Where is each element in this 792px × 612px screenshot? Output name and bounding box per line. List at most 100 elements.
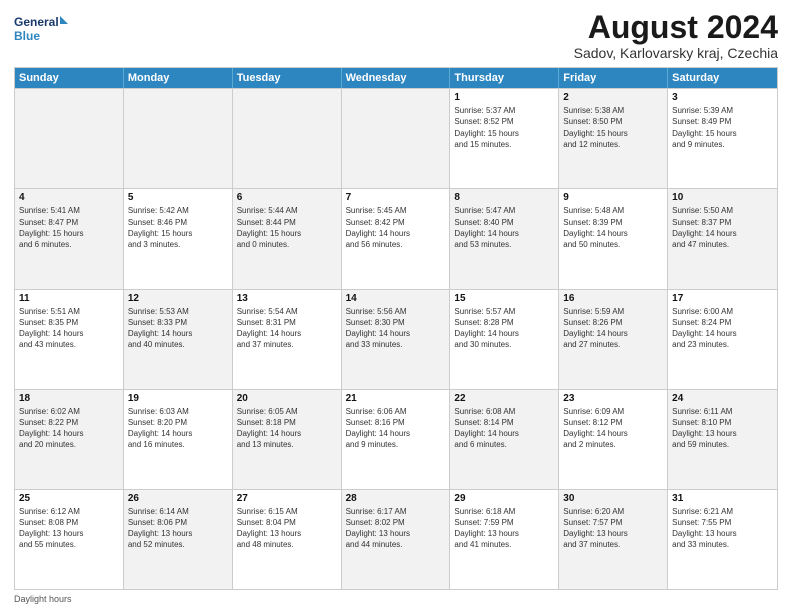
calendar-day-8: 8 Sunrise: 5:47 AM Sunset: 8:40 PM Daylig… bbox=[450, 189, 559, 288]
calendar-day-31: 31 Sunrise: 6:21 AM Sunset: 7:55 PM Dayli… bbox=[668, 490, 777, 589]
calendar-header: SundayMondayTuesdayWednesdayThursdayFrid… bbox=[15, 68, 777, 88]
calendar-row-2: 4 Sunrise: 5:41 AM Sunset: 8:47 PM Daylig… bbox=[15, 188, 777, 288]
day-info: Sunrise: 5:41 AM Sunset: 8:47 PM Dayligh… bbox=[19, 205, 119, 250]
calendar-day-23: 23Sunrise: 6:09 AM Sunset: 8:12 PM Dayli… bbox=[559, 390, 668, 489]
calendar-day-21: 21Sunrise: 6:06 AM Sunset: 8:16 PM Dayli… bbox=[342, 390, 451, 489]
weekday-header-thursday: Thursday bbox=[450, 68, 559, 88]
page-header: General Blue August 2024 Sadov, Karlovar… bbox=[14, 10, 778, 61]
day-number: 1 bbox=[454, 92, 554, 103]
weekday-header-sunday: Sunday bbox=[15, 68, 124, 88]
day-info: Sunrise: 6:00 AM Sunset: 8:24 PM Dayligh… bbox=[672, 306, 773, 351]
calendar: SundayMondayTuesdayWednesdayThursdayFrid… bbox=[14, 67, 778, 590]
calendar-empty-cell bbox=[233, 89, 342, 188]
calendar-empty-cell bbox=[124, 89, 233, 188]
day-number: 16 bbox=[563, 293, 663, 304]
day-number: 26 bbox=[128, 493, 228, 504]
calendar-day-25: 25 Sunrise: 6:12 AM Sunset: 8:08 PM Dayli… bbox=[15, 490, 124, 589]
day-info: Sunrise: 5:48 AM Sunset: 8:39 PM Dayligh… bbox=[563, 205, 663, 250]
title-block: August 2024 Sadov, Karlovarsky kraj, Cze… bbox=[574, 10, 778, 61]
calendar-day-24: 24Sunrise: 6:11 AM Sunset: 8:10 PM Dayli… bbox=[668, 390, 777, 489]
page-title: August 2024 bbox=[574, 10, 778, 45]
calendar-day-5: 5 Sunrise: 5:42 AM Sunset: 8:46 PM Daylig… bbox=[124, 189, 233, 288]
calendar-day-10: 10Sunrise: 5:50 AM Sunset: 8:37 PM Dayli… bbox=[668, 189, 777, 288]
day-info: Sunrise: 5:37 AM Sunset: 8:52 PM Dayligh… bbox=[454, 105, 554, 150]
day-info: Sunrise: 6:20 AM Sunset: 7:57 PM Dayligh… bbox=[563, 506, 663, 551]
day-number: 10 bbox=[672, 192, 773, 203]
day-number: 18 bbox=[19, 393, 119, 404]
calendar-day-15: 15Sunrise: 5:57 AM Sunset: 8:28 PM Dayli… bbox=[450, 290, 559, 389]
day-number: 22 bbox=[454, 393, 554, 404]
calendar-row-4: 18 Sunrise: 6:02 AM Sunset: 8:22 PM Dayli… bbox=[15, 389, 777, 489]
calendar-day-6: 6Sunrise: 5:44 AM Sunset: 8:44 PM Daylig… bbox=[233, 189, 342, 288]
calendar-day-1: 1 Sunrise: 5:37 AM Sunset: 8:52 PM Daylig… bbox=[450, 89, 559, 188]
day-number: 2 bbox=[563, 92, 663, 103]
day-info: Sunrise: 6:02 AM Sunset: 8:22 PM Dayligh… bbox=[19, 406, 119, 451]
day-number: 7 bbox=[346, 192, 446, 203]
day-info: Sunrise: 5:57 AM Sunset: 8:28 PM Dayligh… bbox=[454, 306, 554, 351]
day-number: 28 bbox=[346, 493, 446, 504]
day-number: 29 bbox=[454, 493, 554, 504]
day-number: 30 bbox=[563, 493, 663, 504]
day-number: 11 bbox=[19, 293, 119, 304]
day-info: Sunrise: 5:59 AM Sunset: 8:26 PM Dayligh… bbox=[563, 306, 663, 351]
day-number: 3 bbox=[672, 92, 773, 103]
day-info: Sunrise: 6:03 AM Sunset: 8:20 PM Dayligh… bbox=[128, 406, 228, 451]
calendar-day-28: 28 Sunrise: 6:17 AM Sunset: 8:02 PM Dayli… bbox=[342, 490, 451, 589]
calendar-body: 1 Sunrise: 5:37 AM Sunset: 8:52 PM Daylig… bbox=[15, 88, 777, 589]
day-number: 21 bbox=[346, 393, 446, 404]
day-info: Sunrise: 5:45 AM Sunset: 8:42 PM Dayligh… bbox=[346, 205, 446, 250]
day-number: 13 bbox=[237, 293, 337, 304]
day-number: 25 bbox=[19, 493, 119, 504]
day-info: Sunrise: 5:51 AM Sunset: 8:35 PM Dayligh… bbox=[19, 306, 119, 351]
day-info: Sunrise: 5:39 AM Sunset: 8:49 PM Dayligh… bbox=[672, 105, 773, 150]
day-number: 31 bbox=[672, 493, 773, 504]
weekday-header-saturday: Saturday bbox=[668, 68, 777, 88]
day-info: Sunrise: 6:09 AM Sunset: 8:12 PM Dayligh… bbox=[563, 406, 663, 451]
logo-svg: General Blue bbox=[14, 10, 69, 48]
day-info: Sunrise: 6:05 AM Sunset: 8:18 PM Dayligh… bbox=[237, 406, 337, 451]
day-info: Sunrise: 6:21 AM Sunset: 7:55 PM Dayligh… bbox=[672, 506, 773, 551]
weekday-header-monday: Monday bbox=[124, 68, 233, 88]
day-info: Sunrise: 5:56 AM Sunset: 8:30 PM Dayligh… bbox=[346, 306, 446, 351]
calendar-row-3: 11 Sunrise: 5:51 AM Sunset: 8:35 PM Dayli… bbox=[15, 289, 777, 389]
day-number: 8 bbox=[454, 192, 554, 203]
calendar-day-20: 20 Sunrise: 6:05 AM Sunset: 8:18 PM Dayli… bbox=[233, 390, 342, 489]
calendar-day-4: 4 Sunrise: 5:41 AM Sunset: 8:47 PM Daylig… bbox=[15, 189, 124, 288]
day-number: 5 bbox=[128, 192, 228, 203]
svg-text:General: General bbox=[14, 15, 59, 29]
day-number: 27 bbox=[237, 493, 337, 504]
day-number: 9 bbox=[563, 192, 663, 203]
calendar-day-27: 27Sunrise: 6:15 AM Sunset: 8:04 PM Dayli… bbox=[233, 490, 342, 589]
day-info: Sunrise: 5:54 AM Sunset: 8:31 PM Dayligh… bbox=[237, 306, 337, 351]
day-number: 24 bbox=[672, 393, 773, 404]
calendar-day-16: 16 Sunrise: 5:59 AM Sunset: 8:26 PM Dayli… bbox=[559, 290, 668, 389]
svg-text:Blue: Blue bbox=[14, 29, 40, 43]
day-info: Sunrise: 5:47 AM Sunset: 8:40 PM Dayligh… bbox=[454, 205, 554, 250]
calendar-day-2: 2 Sunrise: 5:38 AM Sunset: 8:50 PM Daylig… bbox=[559, 89, 668, 188]
day-info: Sunrise: 5:38 AM Sunset: 8:50 PM Dayligh… bbox=[563, 105, 663, 150]
calendar-day-12: 12Sunrise: 5:53 AM Sunset: 8:33 PM Dayli… bbox=[124, 290, 233, 389]
day-info: Sunrise: 6:12 AM Sunset: 8:08 PM Dayligh… bbox=[19, 506, 119, 551]
day-number: 20 bbox=[237, 393, 337, 404]
calendar-empty-cell bbox=[342, 89, 451, 188]
day-info: Sunrise: 6:18 AM Sunset: 7:59 PM Dayligh… bbox=[454, 506, 554, 551]
day-number: 4 bbox=[19, 192, 119, 203]
calendar-day-14: 14Sunrise: 5:56 AM Sunset: 8:30 PM Dayli… bbox=[342, 290, 451, 389]
calendar-day-3: 3 Sunrise: 5:39 AM Sunset: 8:49 PM Daylig… bbox=[668, 89, 777, 188]
calendar-day-9: 9 Sunrise: 5:48 AM Sunset: 8:39 PM Daylig… bbox=[559, 189, 668, 288]
calendar-day-22: 22Sunrise: 6:08 AM Sunset: 8:14 PM Dayli… bbox=[450, 390, 559, 489]
calendar-day-17: 17 Sunrise: 6:00 AM Sunset: 8:24 PM Dayli… bbox=[668, 290, 777, 389]
calendar-day-7: 7 Sunrise: 5:45 AM Sunset: 8:42 PM Daylig… bbox=[342, 189, 451, 288]
logo: General Blue bbox=[14, 10, 69, 48]
day-info: Sunrise: 6:17 AM Sunset: 8:02 PM Dayligh… bbox=[346, 506, 446, 551]
calendar-day-19: 19Sunrise: 6:03 AM Sunset: 8:20 PM Dayli… bbox=[124, 390, 233, 489]
calendar-empty-cell bbox=[15, 89, 124, 188]
day-number: 6 bbox=[237, 192, 337, 203]
calendar-day-30: 30 Sunrise: 6:20 AM Sunset: 7:57 PM Dayli… bbox=[559, 490, 668, 589]
footer-note: Daylight hours bbox=[14, 594, 778, 604]
weekday-header-friday: Friday bbox=[559, 68, 668, 88]
day-number: 12 bbox=[128, 293, 228, 304]
calendar-day-13: 13 Sunrise: 5:54 AM Sunset: 8:31 PM Dayli… bbox=[233, 290, 342, 389]
day-info: Sunrise: 5:42 AM Sunset: 8:46 PM Dayligh… bbox=[128, 205, 228, 250]
day-number: 17 bbox=[672, 293, 773, 304]
